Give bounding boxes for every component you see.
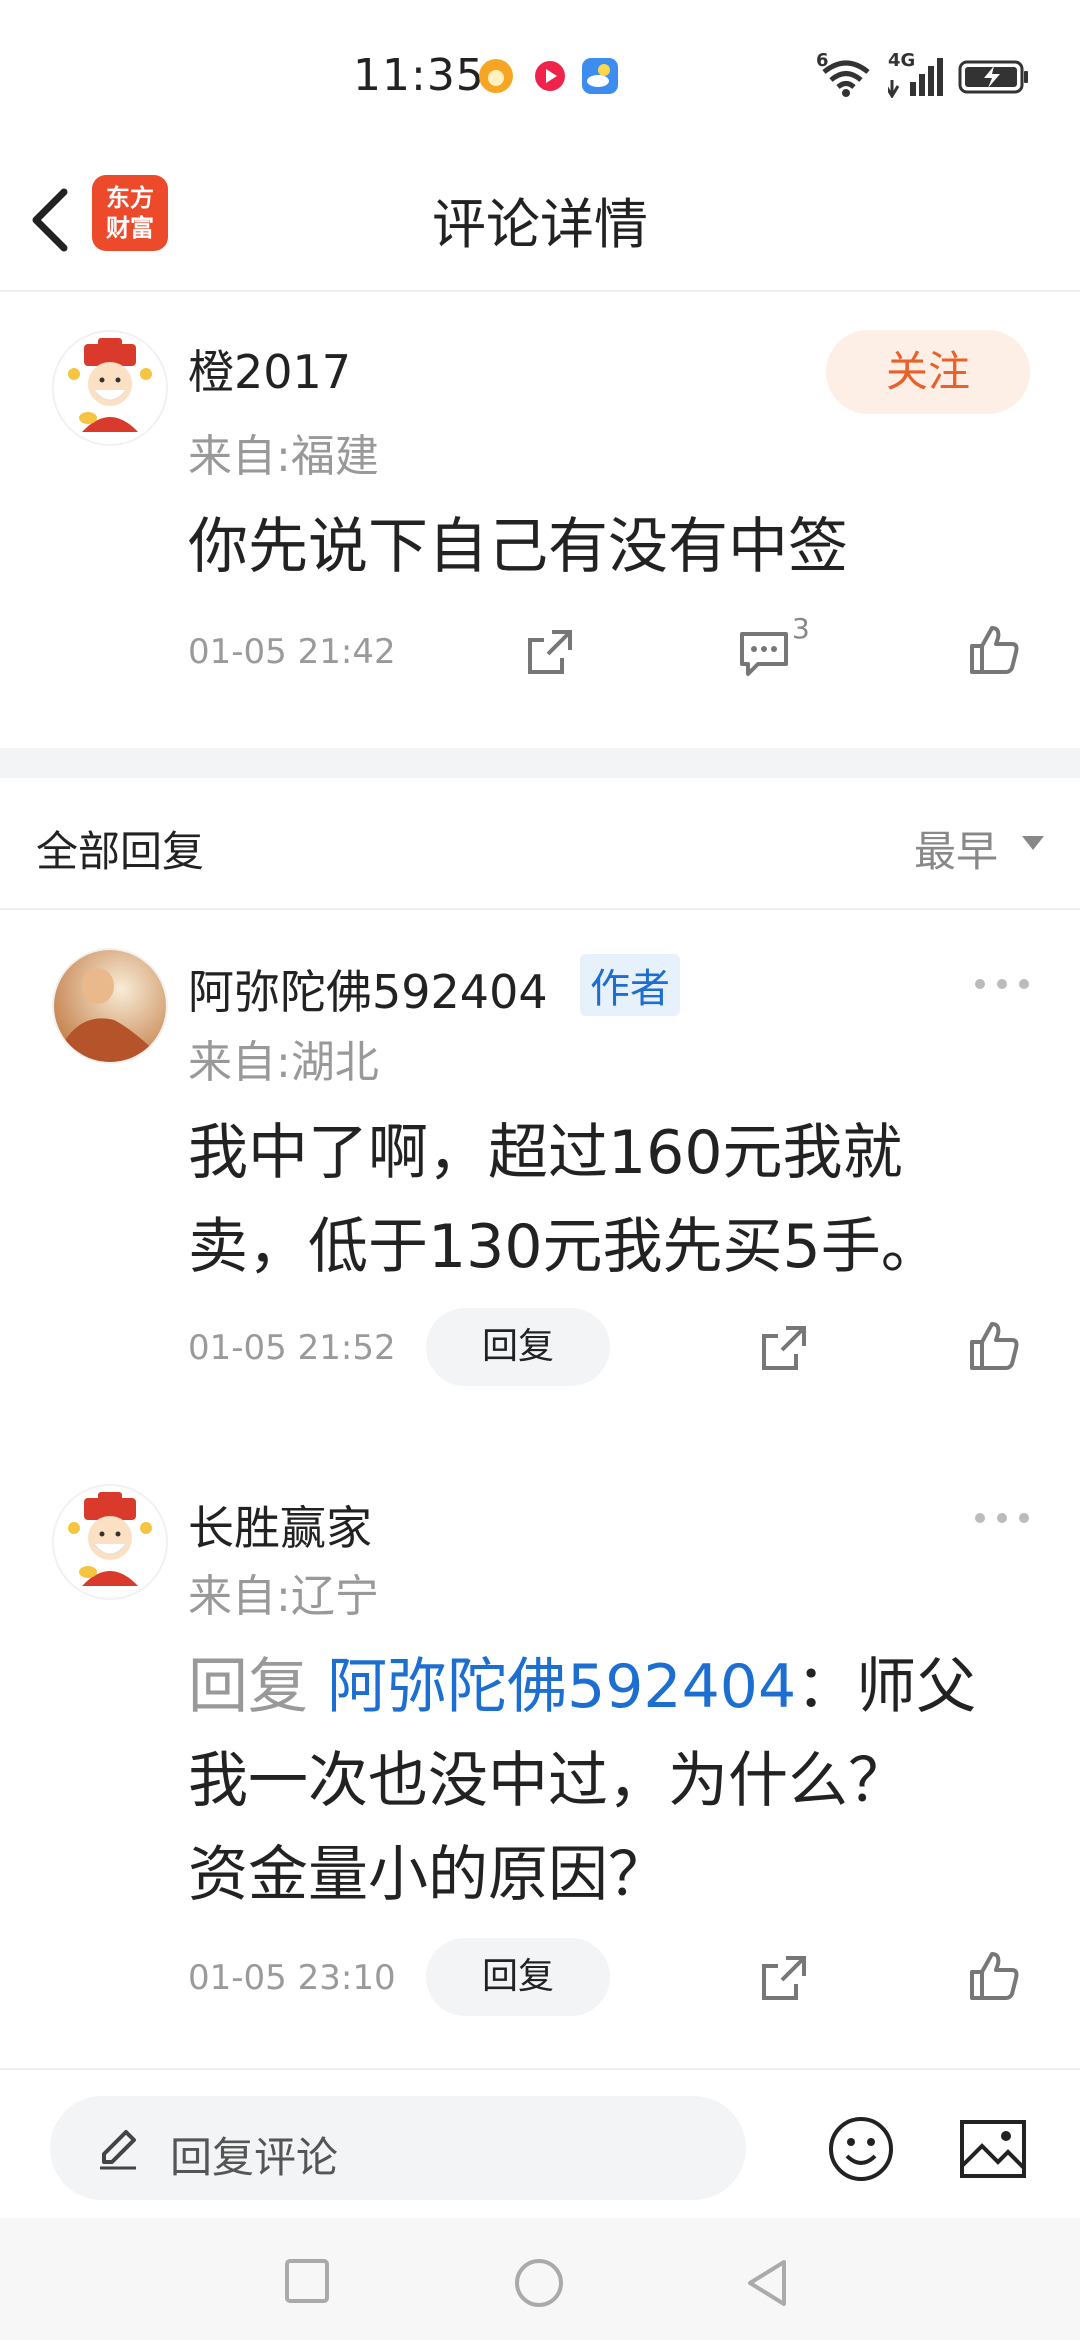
reply-content-line1: 回复 阿弥陀佛592404：师父 [188,1640,976,1734]
share-button[interactable] [756,1320,812,1376]
fortune-god-avatar-icon [68,1492,152,1586]
replies-header: 全部回复 最早 [0,778,1080,910]
bottom-reply-bar: 回复评论 [0,2068,1080,2220]
share-icon [528,630,572,674]
avatar[interactable] [52,1484,168,1600]
thumbs-up-icon [970,1322,1019,1370]
weather-icon [580,56,620,96]
page-title: 评论详情 [432,193,648,256]
reply-username[interactable]: 长胜赢家 [188,1492,372,1558]
follow-button[interactable]: 关注 [826,330,1030,414]
reply-username[interactable]: 阿弥陀佛592404 [188,956,548,1022]
image-button[interactable] [958,2116,1028,2182]
sun-app-icon [476,56,516,96]
share-button[interactable] [756,1950,812,2006]
reply-placeholder: 回复评论 [170,2133,339,2182]
pencil-icon [96,2128,140,2176]
comment-count: 3 [792,612,810,645]
thumbs-up-icon [970,1952,1019,2000]
reply-location: 来自:湖北 [188,1037,379,1088]
reply-prefix: 回复 [188,1652,308,1722]
system-nav-bar [0,2218,1080,2340]
recents-button[interactable] [284,2258,330,2304]
comment-button[interactable] [736,624,792,680]
caret-down-icon[interactable] [1022,836,1044,850]
comment-icon [740,632,788,676]
circle-icon [515,2259,563,2307]
reply-button[interactable]: 回复 [426,1938,610,2016]
wifi-6-icon: 6 [816,50,874,98]
network-tag: 4G [888,50,916,71]
section-divider [0,748,1080,778]
reply-content-line3: 资金量小的原因？ [188,1840,668,1910]
like-button[interactable] [966,1948,1022,2004]
image-icon [960,2120,1026,2178]
like-button[interactable] [966,1318,1022,1374]
red-app-icon [530,56,570,96]
replies-title: 全部回复 [36,827,205,876]
share-button[interactable] [522,624,578,680]
more-dots-icon [975,979,1029,989]
avatar[interactable] [52,948,168,1064]
reply-input[interactable]: 回复评论 [50,2096,746,2200]
reply-time: 01-05 21:52 [188,1328,396,1368]
share-icon [762,1956,806,2000]
reply-content-line1: 我中了啊，超过160元我就 [188,1118,903,1188]
sort-dropdown[interactable]: 最早 [914,818,998,879]
emoji-button[interactable] [826,2114,896,2184]
home-button[interactable] [514,2258,564,2308]
reply-content-line2: 我一次也没中过，为什么？ [188,1746,908,1816]
battery-charging-icon [958,56,1030,98]
reply-button[interactable]: 回复 [426,1308,610,1386]
smiley-icon [829,2117,893,2181]
wifi-tag: 6 [816,50,829,71]
reply-time: 01-05 23:10 [188,1958,396,1998]
square-icon [285,2259,329,2303]
reply-location: 来自:辽宁 [188,1571,379,1622]
back-nav-button[interactable] [744,2258,790,2308]
avatar[interactable] [52,330,168,446]
status-right-group: 6 4G [816,50,1030,99]
share-icon [762,1326,806,1370]
like-button[interactable] [966,622,1022,678]
comment-content: 你先说下自己有没有中签 [188,512,848,582]
4g-signal-icon: 4G [884,50,944,99]
comment-location: 来自:福建 [188,431,379,482]
buddha-avatar-icon [54,950,166,1062]
triangle-back-icon [748,2260,786,2306]
comment-username[interactable]: 橙2017 [188,336,351,402]
comment-time: 01-05 21:42 [188,632,396,672]
author-badge: 作者 [580,954,680,1016]
more-dots-icon [975,1513,1029,1523]
more-options-button[interactable] [972,976,1032,990]
top-header: 东方 财富 评论详情 [0,150,1080,292]
mention-link[interactable]: 阿弥陀佛592404 [327,1652,796,1722]
fortune-god-avatar-icon [68,338,152,432]
reply-content-after-mention: ：师父 [796,1652,977,1722]
status-time: 11:35 [353,50,485,101]
thumbs-up-icon [970,626,1019,674]
more-options-button[interactable] [972,1510,1032,1524]
reply-content-line2: 卖，低于130元我先买5手。 [188,1212,941,1282]
